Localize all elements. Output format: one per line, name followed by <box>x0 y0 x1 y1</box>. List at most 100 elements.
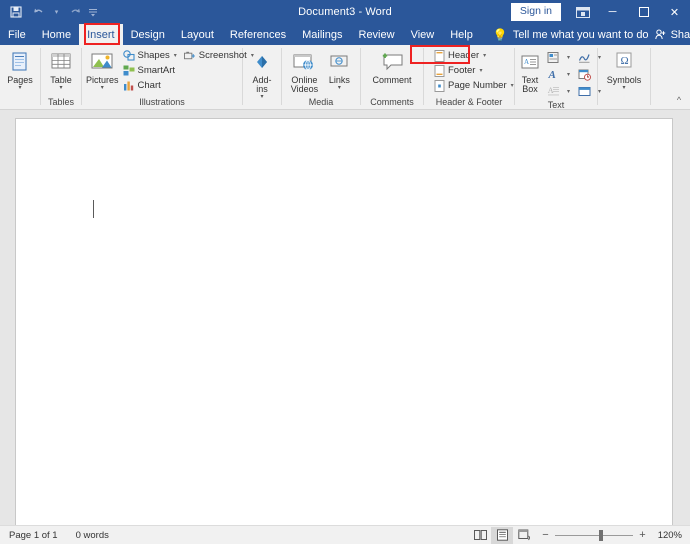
pages-label: Pages <box>7 75 33 85</box>
smartart-button[interactable]: SmartArt <box>120 63 180 78</box>
wordart-icon[interactable]: A <box>544 66 562 82</box>
header-label: Header <box>448 50 480 61</box>
tab-home[interactable]: Home <box>34 24 79 45</box>
footer-icon <box>433 64 445 77</box>
word-count[interactable]: 0 words <box>67 530 118 541</box>
chevron-down-icon[interactable]: ▾ <box>564 83 573 99</box>
zoom-in-button[interactable]: + <box>638 529 647 541</box>
group-divider <box>650 48 651 105</box>
chevron-down-icon[interactable]: ▾ <box>622 85 625 91</box>
group-label-media: Media <box>308 97 334 107</box>
canvas-left-gutter <box>0 110 16 525</box>
quick-access-toolbar: ▾ <box>0 2 100 22</box>
close-button[interactable]: ✕ <box>659 0 690 24</box>
header-button[interactable]: Header ▾ <box>430 48 517 63</box>
comment-button[interactable]: Comment <box>365 47 419 85</box>
tab-references[interactable]: References <box>222 24 294 45</box>
page-number-button[interactable]: Page Number ▾ <box>430 78 517 93</box>
print-layout-icon[interactable] <box>491 526 513 544</box>
ribbon-group-tables: Table ▾ Tables <box>41 45 81 109</box>
zoom-control: − + 120% <box>541 529 682 541</box>
tab-review[interactable]: Review <box>351 24 403 45</box>
zoom-out-button[interactable]: − <box>541 529 550 541</box>
tab-mailings[interactable]: Mailings <box>294 24 350 45</box>
links-label: Links <box>328 75 350 85</box>
screenshot-icon <box>183 50 196 62</box>
chevron-down-icon[interactable]: ▾ <box>338 85 341 91</box>
tab-view[interactable]: View <box>403 24 443 45</box>
read-mode-icon[interactable] <box>469 527 491 544</box>
undo-icon[interactable] <box>28 2 48 22</box>
zoom-slider-thumb[interactable] <box>599 529 603 541</box>
chevron-down-icon[interactable]: ▾ <box>174 52 177 59</box>
table-button[interactable]: Table ▾ <box>45 47 77 91</box>
page-number-icon <box>433 79 445 92</box>
title-bar-controls: Sign in ─ ✕ <box>510 0 690 24</box>
chevron-down-icon[interactable]: ▾ <box>483 52 486 59</box>
ribbon-group-addins: Add- ins ▾ <box>243 45 281 109</box>
symbols-button[interactable]: Ω Symbols ▾ <box>602 47 646 91</box>
chevron-down-icon[interactable]: ▾ <box>479 67 482 74</box>
web-layout-icon[interactable] <box>513 527 535 544</box>
chevron-down-icon[interactable]: ▾ <box>564 66 573 82</box>
footer-button[interactable]: Footer ▾ <box>430 63 517 78</box>
customize-quick-access-icon[interactable] <box>87 2 100 22</box>
group-label-addins <box>243 100 281 109</box>
text-box-button[interactable]: A Text Box <box>519 47 541 94</box>
sign-in-button[interactable]: Sign in <box>510 3 561 21</box>
shapes-label: Shapes <box>137 50 170 61</box>
minimize-button[interactable]: ─ <box>597 0 628 24</box>
chevron-down-icon[interactable]: ▾ <box>18 85 21 91</box>
document-page[interactable] <box>16 119 672 525</box>
add-ins-button[interactable]: Add- ins ▾ <box>247 47 277 100</box>
online-videos-button[interactable]: Online Videos <box>286 47 323 94</box>
object-icon[interactable] <box>575 83 593 99</box>
undo-dropdown-icon[interactable]: ▾ <box>50 2 63 22</box>
page-indicator[interactable]: Page 1 of 1 <box>0 530 67 541</box>
smartart-label: SmartArt <box>137 65 175 76</box>
canvas-right-gutter <box>672 110 690 525</box>
chevron-down-icon[interactable]: ▾ <box>101 85 104 91</box>
tab-help[interactable]: Help <box>442 24 481 45</box>
chart-button[interactable]: Chart <box>120 78 180 93</box>
header-footer-list: Header ▾ Footer ▾ Page Number ▾ <box>430 47 517 93</box>
date-time-icon[interactable] <box>575 66 593 82</box>
zoom-level-label[interactable]: 120% <box>652 530 682 541</box>
ribbon-group-symbols: Ω Symbols ▾ <box>598 45 650 109</box>
group-label-comments: Comments <box>370 97 414 107</box>
chart-icon <box>123 80 135 92</box>
text-mini-button-grid: ▾ ▾ A ▾ A ▾ ▾ <box>544 47 604 99</box>
share-button[interactable]: Share <box>649 24 690 45</box>
shapes-button[interactable]: Shapes ▾ <box>120 48 180 63</box>
ribbon-group-media: Online Videos Links ▾ Media <box>282 45 360 109</box>
pages-button[interactable]: Pages ▾ <box>4 47 36 91</box>
maximize-button[interactable] <box>628 0 659 24</box>
text-box-label-2: Box <box>522 84 538 94</box>
drop-cap-icon[interactable]: A <box>544 83 562 99</box>
save-icon[interactable] <box>6 2 26 22</box>
tab-layout[interactable]: Layout <box>173 24 222 45</box>
add-ins-label-2: ins <box>256 84 268 94</box>
signature-line-icon[interactable] <box>575 49 593 65</box>
pictures-button[interactable]: Pictures ▾ <box>86 47 119 91</box>
tab-file[interactable]: File <box>0 24 34 45</box>
zoom-slider[interactable] <box>555 529 633 541</box>
add-ins-icon <box>251 49 273 73</box>
collapse-ribbon-icon[interactable]: ^ <box>672 93 686 107</box>
tell-me-search[interactable]: 💡 Tell me what you want to do <box>481 24 649 45</box>
chevron-down-icon[interactable]: ▾ <box>59 85 62 91</box>
links-button[interactable]: Links ▾ <box>323 47 356 91</box>
canvas-top-gutter <box>0 110 690 119</box>
group-label-pages <box>0 96 40 109</box>
tab-design[interactable]: Design <box>123 24 173 45</box>
chevron-down-icon[interactable]: ▾ <box>564 49 573 65</box>
quick-parts-icon[interactable] <box>544 49 562 65</box>
ribbon-tab-strip: File Home Insert Design Layout Reference… <box>0 24 690 45</box>
status-bar-right: − + 120% <box>469 526 690 544</box>
ribbon-display-options-icon[interactable] <box>569 0 597 24</box>
comment-label: Comment <box>372 75 412 85</box>
chevron-down-icon[interactable]: ▾ <box>511 82 514 89</box>
redo-icon[interactable] <box>65 2 85 22</box>
tab-insert[interactable]: Insert <box>79 24 123 45</box>
word-window: ▾ Document3 - Word Sign in ─ ✕ File Home… <box>0 0 690 544</box>
